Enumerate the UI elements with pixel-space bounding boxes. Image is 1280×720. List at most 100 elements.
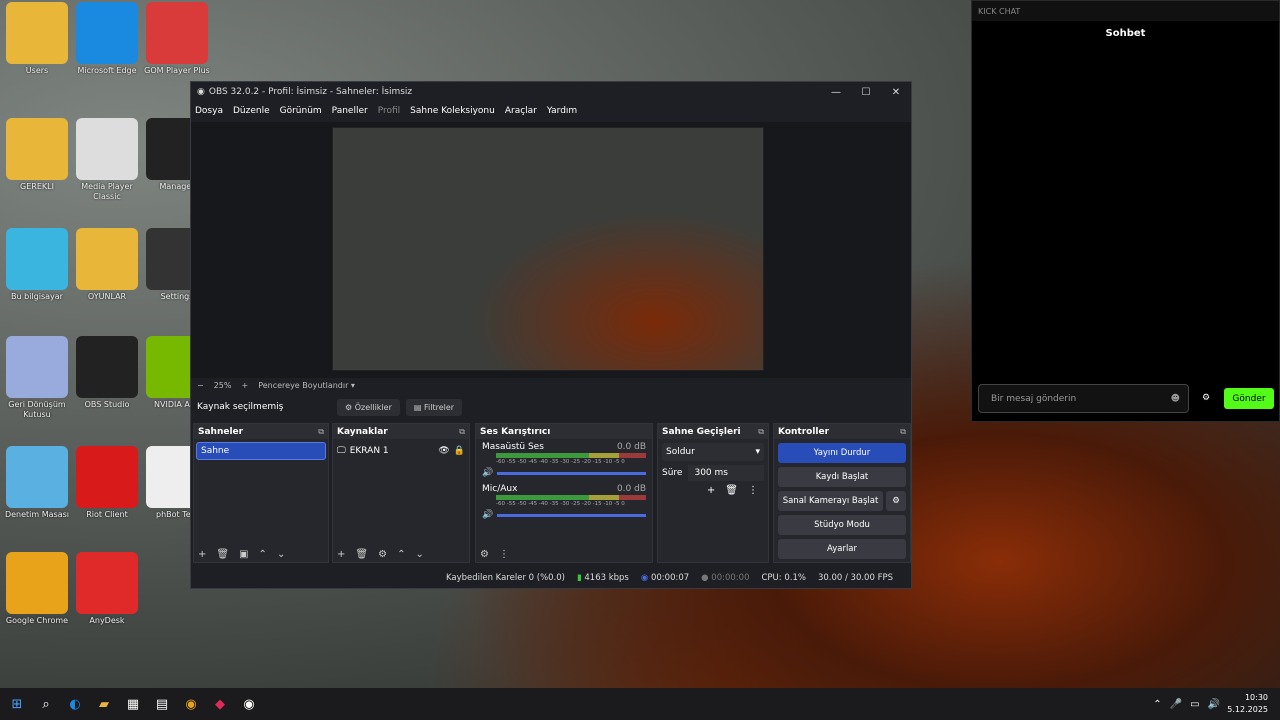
start-icon[interactable]: ⊞ bbox=[5, 692, 29, 716]
mixer-dock: Ses Karıştırıcı Masaüstü Ses 0.0 dB -60 -… bbox=[475, 423, 653, 563]
speaker-icon[interactable]: 🔊 bbox=[482, 510, 493, 520]
app-icon[interactable]: ▤ bbox=[150, 692, 174, 716]
desktop-icon[interactable]: GOM Player Plus bbox=[142, 2, 212, 76]
desktop-icon[interactable]: Geri Dönüşüm Kutusu bbox=[2, 336, 72, 420]
popout-icon[interactable]: ⧉ bbox=[900, 427, 906, 437]
eye-icon[interactable]: 👁 bbox=[438, 446, 449, 456]
desktop-icon[interactable]: Bu bilgisayar bbox=[2, 228, 72, 302]
desktop-icon[interactable]: OYUNLAR bbox=[72, 228, 142, 302]
settings-button[interactable]: Ayarlar bbox=[778, 539, 906, 559]
chrome-icon[interactable]: ◉ bbox=[179, 692, 203, 716]
meter-scale: -60 -55 -50 -45 -40 -35 -30 -25 -20 -15 … bbox=[496, 459, 625, 465]
menu-profile[interactable]: Profil bbox=[378, 106, 400, 116]
desktop-icon[interactable]: GEREKLI bbox=[2, 118, 72, 192]
menu-view[interactable]: Görünüm bbox=[280, 106, 322, 116]
zoom-out-button[interactable]: − bbox=[197, 381, 204, 390]
transition-select[interactable]: Soldur ▾ bbox=[662, 443, 764, 461]
up-icon[interactable]: ⌃ bbox=[397, 549, 405, 560]
chevron-up-icon[interactable]: ⌃ bbox=[1153, 699, 1161, 710]
source-item[interactable]: 🖵 EKRAN 1 👁 🔒 bbox=[337, 442, 465, 460]
more-icon[interactable]: ⋮ bbox=[499, 549, 509, 560]
desktop-icon-label: Bu bilgisayar bbox=[11, 292, 63, 301]
folder-icon[interactable]: ▰ bbox=[92, 692, 116, 716]
menu-tools[interactable]: Araçlar bbox=[505, 106, 537, 116]
desktop-icon[interactable]: Google Chrome bbox=[2, 552, 72, 626]
stop-stream-button[interactable]: Yayını Durdur bbox=[778, 443, 906, 463]
speaker-icon[interactable]: 🔊 bbox=[482, 468, 493, 478]
clock[interactable]: 10:30 5.12.2025 bbox=[1227, 692, 1268, 716]
duration-input[interactable]: 300 ms bbox=[688, 465, 764, 481]
volume-icon[interactable]: 🔊 bbox=[1208, 699, 1220, 710]
controls-title: Kontroller bbox=[778, 426, 830, 437]
properties-button[interactable]: ⚙ Özellikler bbox=[337, 398, 400, 416]
up-icon[interactable]: ⌃ bbox=[259, 549, 267, 560]
menu-docks[interactable]: Paneller bbox=[332, 106, 368, 116]
desktop-icon[interactable]: Media Player Classic bbox=[72, 118, 142, 202]
preview-area[interactable] bbox=[191, 122, 911, 378]
zoom-bar: − 25% + Pencereye Boyutlandır ▾ bbox=[191, 378, 911, 392]
volume-slider[interactable] bbox=[497, 513, 646, 517]
minimize-button[interactable]: — bbox=[821, 87, 851, 98]
add-icon[interactable]: + bbox=[337, 549, 345, 560]
mixer-channel: Mic/Aux 0.0 dB -60 -55 -50 -45 -40 -35 -3… bbox=[476, 481, 652, 523]
scenes-title: Sahneler bbox=[198, 426, 244, 437]
trash-icon[interactable]: 🗑 bbox=[355, 549, 368, 560]
menu-file[interactable]: Dosya bbox=[195, 106, 223, 116]
zoom-fit-select[interactable]: Pencereye Boyutlandır ▾ bbox=[258, 381, 355, 390]
down-icon[interactable]: ⌄ bbox=[277, 549, 285, 560]
down-icon[interactable]: ⌄ bbox=[415, 549, 423, 560]
gear-icon[interactable]: ⚙ bbox=[480, 549, 489, 560]
lock-icon[interactable]: 🔒 bbox=[454, 446, 465, 456]
kick-window-title: KICK CHAT bbox=[972, 1, 1279, 21]
filter-icon[interactable]: ▣ bbox=[239, 549, 248, 560]
scene-item[interactable]: Sahne bbox=[196, 442, 326, 460]
popout-icon[interactable]: ⧉ bbox=[459, 427, 465, 437]
desktop-icon-label: Users bbox=[25, 66, 49, 75]
desktop-icon[interactable]: Users bbox=[2, 2, 72, 76]
virtual-cam-settings-icon[interactable]: ⚙ bbox=[886, 491, 906, 511]
maximize-button[interactable]: ☐ bbox=[851, 87, 881, 98]
popout-icon[interactable]: ⧉ bbox=[758, 427, 764, 437]
zoom-in-button[interactable]: + bbox=[241, 381, 248, 390]
obs-icon[interactable]: ◉ bbox=[237, 692, 261, 716]
store-icon[interactable]: ▦ bbox=[121, 692, 145, 716]
kick-icon[interactable]: ◆ bbox=[208, 692, 232, 716]
chat-settings-icon[interactable]: ⚙ bbox=[1202, 393, 1210, 403]
trash-icon[interactable]: 🗑 bbox=[216, 549, 229, 560]
trash-icon[interactable]: 🗑 bbox=[725, 485, 738, 496]
edge-icon[interactable]: ◐ bbox=[63, 692, 87, 716]
app-icon bbox=[6, 552, 68, 614]
preview-image bbox=[332, 127, 764, 371]
volume-slider[interactable] bbox=[497, 471, 646, 475]
desktop-icon[interactable]: Microsoft Edge bbox=[72, 2, 142, 76]
chat-input[interactable]: Bir mesaj gönderin ☻ bbox=[978, 384, 1189, 413]
gear-icon[interactable]: ⚙ bbox=[378, 549, 387, 560]
menu-edit[interactable]: Düzenle bbox=[233, 106, 270, 116]
emoji-icon[interactable]: ☻ bbox=[1171, 394, 1180, 404]
start-record-button[interactable]: Kaydı Başlat bbox=[778, 467, 906, 487]
taskbar: ⊞ ⌕ ◐ ▰ ▦ ▤ ◉ ◆ ◉ ⌃ 🎤 ▭ 🔊 10:30 5.12.2025 bbox=[0, 688, 1280, 720]
menu-help[interactable]: Yardım bbox=[547, 106, 577, 116]
app-icon bbox=[76, 336, 138, 398]
desktop-icon[interactable]: OBS Studio bbox=[72, 336, 142, 410]
studio-mode-button[interactable]: Stüdyo Modu bbox=[778, 515, 906, 535]
search-icon[interactable]: ⌕ bbox=[34, 692, 58, 716]
app-icon bbox=[76, 2, 138, 64]
filters-button[interactable]: ▤ Filtreler bbox=[405, 398, 463, 416]
popout-icon[interactable]: ⧉ bbox=[318, 427, 324, 437]
virtual-cam-button[interactable]: Sanal Kamerayı Başlat bbox=[778, 491, 883, 511]
add-icon[interactable]: + bbox=[198, 549, 206, 560]
mic-icon[interactable]: 🎤 bbox=[1170, 699, 1182, 710]
desktop-icon[interactable]: AnyDesk bbox=[72, 552, 142, 626]
network-icon[interactable]: ▭ bbox=[1190, 699, 1199, 710]
add-icon[interactable]: + bbox=[707, 485, 715, 496]
desktop-icon[interactable]: Denetim Masası bbox=[2, 446, 72, 520]
more-icon[interactable]: ⋮ bbox=[748, 485, 758, 496]
menu-scene-collection[interactable]: Sahne Koleksiyonu bbox=[410, 106, 495, 116]
desktop-icon[interactable]: Riot Client bbox=[72, 446, 142, 520]
status-bar: Kaybedilen Kareler 0 (%0.0) ▮ 4163 kbps … bbox=[191, 568, 911, 588]
close-button[interactable]: ✕ bbox=[881, 87, 911, 98]
send-button[interactable]: Gönder bbox=[1224, 388, 1274, 409]
app-icon bbox=[76, 446, 138, 508]
scenes-dock: Sahneler ⧉ Sahne + 🗑 ▣ ⌃ ⌄ bbox=[193, 423, 329, 563]
